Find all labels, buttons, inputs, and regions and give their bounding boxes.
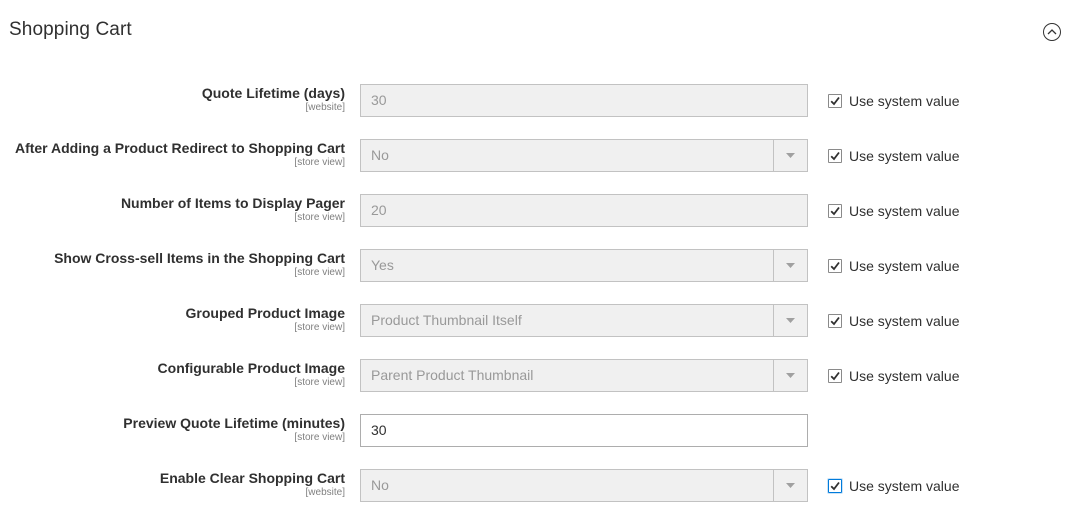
use-system-value-checkbox[interactable] [828,479,842,493]
dropdown-arrow-icon[interactable] [773,250,807,281]
use-system-value-label[interactable]: Use system value [849,148,959,164]
use-system-value-label[interactable]: Use system value [849,478,959,494]
dropdown-arrow-icon[interactable] [773,470,807,501]
field-label: Number of Items to Display Pager [120,195,345,211]
scope-label: [website] [305,487,345,498]
checkmark-icon [830,206,840,216]
field-value: Parent Product Thumbnail [371,367,534,383]
config-row: Grouped Product Image [store view] Product… [0,304,1075,338]
config-row: Preview Quote Lifetime (minutes) [store v… [0,414,1075,448]
config-row: Quote Lifetime (days) [website] 30 Use syst… [0,84,1075,118]
scope-label: [store view] [294,267,345,278]
config-row: Show Cross-sell Items in the Shopping Ca… [0,249,1075,283]
scope-label: [store view] [294,377,345,388]
field-label-group: Quote Lifetime (days) [website] [0,84,345,114]
dropdown-arrow-icon[interactable] [773,305,807,336]
field-value: 30 [371,422,387,438]
field-label: After Adding a Product Redirect to Shopp… [14,140,345,156]
field-label-group: Configurable Product Image [store view] [0,359,345,389]
use-system-value-label[interactable]: Use system value [849,93,959,109]
field-label: Enable Clear Shopping Cart [159,470,345,486]
use-system-value-checkbox[interactable] [828,314,842,328]
text-input[interactable]: 30 [360,84,808,117]
field-value: 20 [371,202,387,218]
config-row: After Adding a Product Redirect to Shopp… [0,139,1075,173]
field-label-group: After Adding a Product Redirect to Shopp… [0,139,345,169]
field-label: Configurable Product Image [157,360,345,376]
text-input[interactable]: 20 [360,194,808,227]
scope-label: [store view] [294,432,345,443]
select-field[interactable]: Yes [360,249,808,282]
scope-label: [website] [305,102,345,113]
use-system-value-checkbox[interactable] [828,369,842,383]
dropdown-arrow-icon[interactable] [773,140,807,171]
use-system-value-checkbox[interactable] [828,204,842,218]
use-system-value-checkbox[interactable] [828,94,842,108]
field-value: 30 [371,92,387,108]
scope-label: [store view] [294,212,345,223]
use-system-value-label[interactable]: Use system value [849,203,959,219]
checkmark-icon [830,371,840,381]
field-label-group: Show Cross-sell Items in the Shopping Ca… [0,249,345,279]
field-label: Preview Quote Lifetime (minutes) [123,415,345,431]
use-system-value-label[interactable]: Use system value [849,258,959,274]
scope-label: [store view] [294,322,345,333]
field-value: Yes [371,257,394,273]
checkmark-icon [830,481,840,491]
checkmark-icon [830,316,840,326]
text-input[interactable]: 30 [360,414,808,447]
field-label: Quote Lifetime (days) [201,85,345,101]
use-system-value-checkbox[interactable] [828,259,842,273]
select-field[interactable]: Product Thumbnail Itself [360,304,808,337]
config-row: Configurable Product Image [store view] Pa… [0,359,1075,393]
field-label: Show Cross-sell Items in the Shopping Ca… [54,250,345,266]
checkmark-icon [830,96,840,106]
field-value: No [371,147,389,163]
select-field[interactable]: Parent Product Thumbnail [360,359,808,392]
field-label: Grouped Product Image [185,305,345,321]
checkmark-icon [830,151,840,161]
scope-label: [store view] [294,157,345,168]
use-system-value-checkbox[interactable] [828,149,842,163]
use-system-value-label[interactable]: Use system value [849,368,959,384]
field-label-group: Number of Items to Display Pager [store v… [0,194,345,224]
dropdown-arrow-icon[interactable] [773,360,807,391]
field-value: No [371,477,389,493]
field-value: Product Thumbnail Itself [371,312,522,328]
section-title: Shopping Cart [9,19,132,40]
use-system-value-label[interactable]: Use system value [849,313,959,329]
select-field[interactable]: No [360,139,808,172]
field-label-group: Grouped Product Image [store view] [0,304,345,334]
config-row: Enable Clear Shopping Cart [website] No Use… [0,469,1075,503]
checkmark-icon [830,261,840,271]
config-row: Number of Items to Display Pager [store v… [0,194,1075,228]
select-field[interactable]: No [360,469,808,502]
chevron-up-circle-icon[interactable] [1043,23,1061,41]
field-label-group: Preview Quote Lifetime (minutes) [store v… [0,414,345,444]
section-header[interactable]: Shopping Cart [0,0,1075,62]
field-label-group: Enable Clear Shopping Cart [website] [0,469,345,499]
